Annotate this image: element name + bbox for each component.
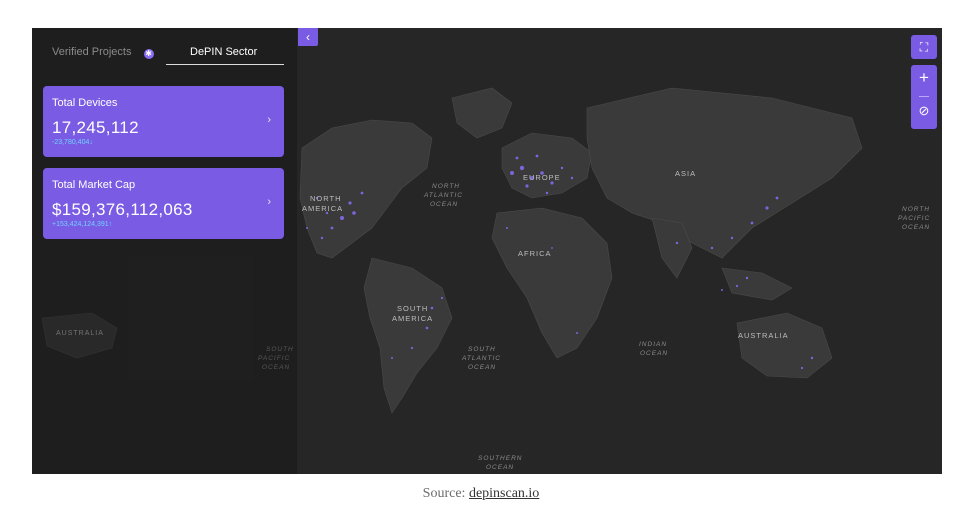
sea-islands-land xyxy=(721,267,793,301)
asia-land xyxy=(586,87,863,259)
label-north-america-2: AMERICA xyxy=(302,204,343,213)
label-south-atlantic-2: ATLANTIC xyxy=(461,355,501,362)
greenland-land xyxy=(451,87,513,139)
zoom-in-button[interactable]: + xyxy=(911,68,937,88)
label-europe: EUROPE xyxy=(523,173,561,182)
compass-icon[interactable]: ⊘ xyxy=(911,103,937,119)
source-prefix: Source: xyxy=(422,486,469,501)
tab-verified-label: Verified Projects xyxy=(52,46,132,58)
africa-land xyxy=(491,207,613,359)
label-indian-ocean-2: OCEAN xyxy=(640,350,668,357)
sector-tabs: Verified Projects ✱ DePIN Sector xyxy=(42,46,284,66)
total-devices-title: Total Devices xyxy=(52,97,118,109)
label-north-pacific-1: NORTH xyxy=(902,206,930,213)
total-market-cap-title: Total Market Cap xyxy=(52,179,136,191)
total-devices-value: 17,245,112 xyxy=(52,118,139,137)
total-market-cap-card[interactable]: Total Market Cap $159,376,112,063 +153,4… xyxy=(43,168,284,239)
label-north-atlantic-1: NORTH xyxy=(432,183,460,190)
active-tab-underline xyxy=(166,64,284,65)
label-south-atlantic-1: SOUTH xyxy=(468,346,496,353)
total-market-cap-delta: +153,424,124,391↑ xyxy=(52,221,113,228)
south-america-land xyxy=(363,257,453,414)
total-market-cap-value: $159,376,112,063 xyxy=(52,200,193,219)
collapse-sidebar-button[interactable]: ‹ xyxy=(298,28,318,46)
label-southern-ocean-1: SOUTHERN xyxy=(478,455,522,462)
zoom-divider xyxy=(919,96,929,97)
chevron-right-icon: › xyxy=(267,114,271,126)
stats-sidebar: Verified Projects ✱ DePIN Sector Total D… xyxy=(32,28,297,474)
tab-verified-projects[interactable]: Verified Projects ✱ xyxy=(52,46,154,59)
label-southern-ocean-2: OCEAN xyxy=(486,464,514,471)
source-caption: Source: depinscan.io xyxy=(0,486,962,502)
verified-badge-icon: ✱ xyxy=(143,49,154,59)
chevron-right-icon: › xyxy=(267,196,271,208)
label-indian-ocean-1: INDIAN xyxy=(639,341,667,348)
label-south-atlantic-3: OCEAN xyxy=(468,364,496,371)
europe-land xyxy=(501,132,593,199)
label-north-atlantic-2: ATLANTIC xyxy=(423,192,463,199)
north-america-land xyxy=(299,119,433,259)
label-north-atlantic-3: OCEAN xyxy=(430,201,458,208)
total-devices-delta: -23,780,404↓ xyxy=(52,139,93,146)
fullscreen-button[interactable]: ⛶ xyxy=(911,35,937,59)
label-north-pacific-2: PACIFIC xyxy=(898,215,930,222)
source-link[interactable]: depinscan.io xyxy=(469,486,539,501)
label-australia: AUSTRALIA xyxy=(738,331,789,340)
label-south-america-1: SOUTH xyxy=(397,304,428,313)
label-north-america-1: NORTH xyxy=(310,194,342,203)
fullscreen-icon: ⛶ xyxy=(919,40,929,54)
label-asia: ASIA xyxy=(675,169,696,178)
zoom-control: + ⊘ xyxy=(911,65,937,129)
tab-depin-sector[interactable]: DePIN Sector xyxy=(190,46,257,58)
total-devices-card[interactable]: Total Devices 17,245,112 -23,780,404↓ › xyxy=(43,86,284,157)
label-africa: AFRICA xyxy=(518,249,552,258)
australia-land xyxy=(736,312,833,379)
label-north-pacific-3: OCEAN xyxy=(902,224,930,231)
map-frame: NORTH AMERICA SOUTH AMERICA EUROPE ASIA … xyxy=(32,28,942,474)
label-south-america-2: AMERICA xyxy=(392,314,433,323)
